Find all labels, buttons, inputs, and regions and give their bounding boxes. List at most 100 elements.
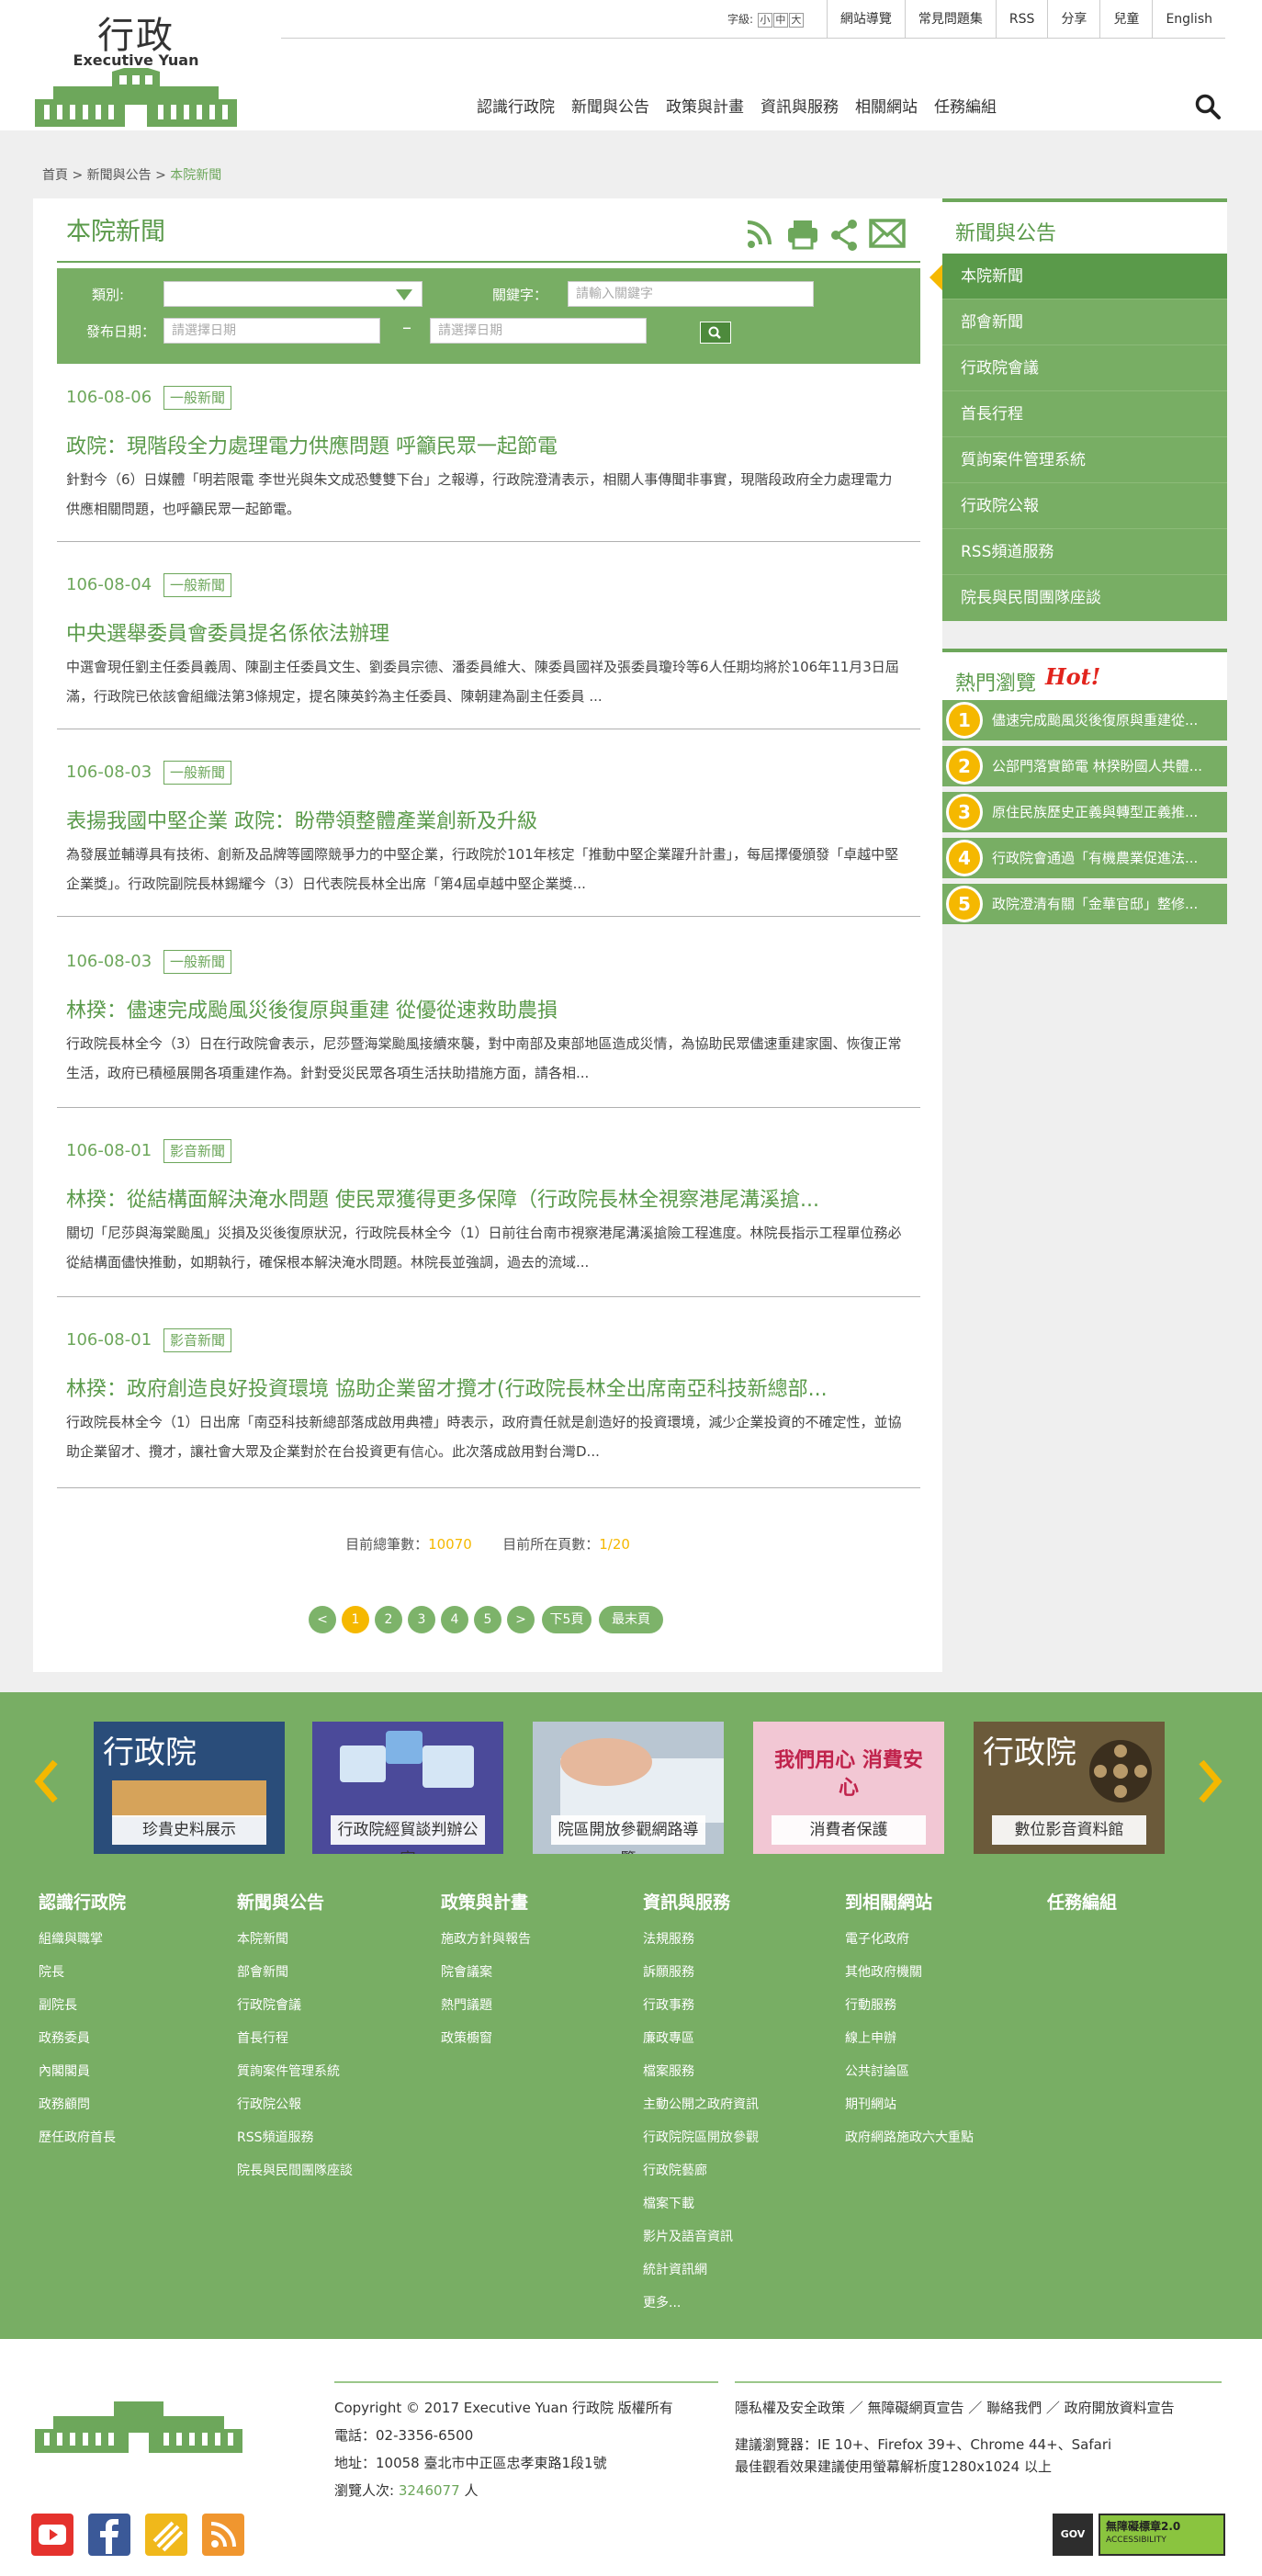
footer-link[interactable]: 政務顧問: [39, 2088, 126, 2121]
footer-link[interactable]: 熱門議題: [441, 1989, 531, 2022]
nav-related[interactable]: 相關網站: [855, 94, 918, 117]
footer-more-link[interactable]: 更多...: [643, 2287, 759, 2320]
footer-link[interactable]: 訴願服務: [643, 1956, 759, 1989]
font-size-medium-button[interactable]: 中: [772, 13, 788, 28]
footer-link[interactable]: 政府網路施政六大重點: [845, 2121, 974, 2154]
sidebar-item-ministry-news[interactable]: 部會新聞: [942, 299, 1227, 345]
banner-consumer[interactable]: 我們用心 消費安心 消費者保護: [753, 1722, 944, 1854]
font-size-large-button[interactable]: 大: [788, 13, 804, 28]
end-date-input[interactable]: 請選擇日期: [430, 318, 647, 344]
footer-link[interactable]: 行政院藝廊: [643, 2154, 759, 2187]
page-button[interactable]: 1: [342, 1606, 369, 1633]
next-page-button[interactable]: >: [507, 1606, 535, 1633]
news-title-link[interactable]: 表揚我國中堅企業 政院：盼帶領整體產業創新及升級: [66, 805, 893, 834]
sidebar-item-gazette[interactable]: 行政院公報: [942, 483, 1227, 529]
footer-link[interactable]: 政策櫥窗: [441, 2022, 531, 2055]
footer-col-title[interactable]: 新聞與公告: [237, 1889, 353, 1914]
policy-links[interactable]: 隱私權及安全政策 ／ 無障礙網頁宣告 ／ 聯絡我們 ／ 政府開放資料宣告: [735, 2394, 1222, 2422]
share-icon[interactable]: [831, 220, 857, 251]
footer-link[interactable]: 部會新聞: [237, 1956, 353, 1989]
last-page-button[interactable]: 最末頁: [599, 1606, 663, 1633]
news-title-link[interactable]: 政院：現階段全力處理電力供應問題 呼籲民眾一起節電: [66, 430, 893, 459]
page-button[interactable]: 2: [375, 1606, 402, 1633]
top-link-rss[interactable]: RSS: [995, 0, 1048, 39]
hot-item[interactable]: 4 行政院會通過「有機農業促進法...: [942, 838, 1227, 878]
search-icon[interactable]: [1194, 93, 1222, 120]
breadcrumb-section[interactable]: 新聞與公告: [87, 168, 152, 183]
nav-policy[interactable]: 政策與計畫: [666, 94, 744, 117]
news-title-link[interactable]: 林揆：政府創造良好投資環境 協助企業留才攬才(行政院長林全出席南亞科技新總部..…: [66, 1373, 893, 1402]
prev-page-button[interactable]: <: [309, 1606, 336, 1633]
footer-link[interactable]: 政務委員: [39, 2022, 126, 2055]
carousel-prev-icon[interactable]: [33, 1758, 61, 1804]
sidebar-item-meetings[interactable]: 行政院會議: [942, 345, 1227, 391]
footer-link[interactable]: 檔案下載: [643, 2187, 759, 2220]
page-button[interactable]: 3: [408, 1606, 435, 1633]
footer-link[interactable]: 其他政府機關: [845, 1956, 974, 1989]
footer-link[interactable]: 公共討論區: [845, 2055, 974, 2088]
youtube-icon[interactable]: [31, 2514, 73, 2556]
footer-link[interactable]: 質詢案件管理系統: [237, 2055, 353, 2088]
footer-link[interactable]: 影片及語音資訊: [643, 2220, 759, 2254]
footer-link[interactable]: 線上申辦: [845, 2022, 974, 2055]
top-link-sitemap[interactable]: 網站導覽: [826, 0, 905, 39]
footer-link[interactable]: 主動公開之政府資訊: [643, 2088, 759, 2121]
hot-item[interactable]: 2 公部門落實節電 林揆盼國人共體...: [942, 746, 1227, 786]
footer-link[interactable]: 統計資訊網: [643, 2254, 759, 2287]
sidebar-item-schedule[interactable]: 首長行程: [942, 391, 1227, 437]
footer-link[interactable]: 行動服務: [845, 1989, 974, 2022]
footer-link[interactable]: 行政院院區開放參觀: [643, 2121, 759, 2154]
nav-services[interactable]: 資訊與服務: [761, 94, 839, 117]
sidebar-item-inquiry[interactable]: 質詢案件管理系統: [942, 437, 1227, 483]
banner-media[interactable]: 行政院 數位影音資料館: [974, 1722, 1165, 1854]
site-logo[interactable]: 行政院 Executive Yuan: [35, 6, 237, 127]
footer-link[interactable]: 廉政專區: [643, 2022, 759, 2055]
news-title-link[interactable]: 林揆：儘速完成颱風災後復原與重建 從優從速救助農損: [66, 994, 893, 1023]
podcast-icon[interactable]: [145, 2514, 187, 2556]
news-title-link[interactable]: 林揆：從結構面解決淹水問題 使民眾獲得更多保障（行政院長林全視察港尾溝溪搶...: [66, 1183, 893, 1213]
breadcrumb-home[interactable]: 首頁: [42, 168, 68, 183]
mail-icon[interactable]: [869, 219, 906, 248]
nav-news[interactable]: 新聞與公告: [571, 94, 649, 117]
rss-icon[interactable]: [747, 220, 772, 248]
footer-link[interactable]: RSS頻道服務: [237, 2121, 353, 2154]
footer-col-title[interactable]: 到相關網站: [845, 1889, 974, 1914]
sidebar-item-forum[interactable]: 院長與民間團隊座談: [942, 575, 1227, 621]
facebook-icon[interactable]: [88, 2514, 130, 2556]
gov-badge[interactable]: GOV: [1053, 2514, 1093, 2556]
footer-link[interactable]: 法規服務: [643, 1923, 759, 1956]
nav-taskforce[interactable]: 任務編組: [934, 94, 997, 117]
sidebar-item-rss[interactable]: RSS頻道服務: [942, 529, 1227, 575]
footer-link[interactable]: 院長: [39, 1956, 126, 1989]
keyword-input[interactable]: 請輸入關鍵字: [568, 281, 814, 307]
font-size-small-button[interactable]: 小: [757, 13, 772, 28]
footer-link[interactable]: 期刊網站: [845, 2088, 974, 2121]
footer-col-title[interactable]: 政策與計畫: [441, 1889, 531, 1914]
footer-col-title[interactable]: 認識行政院: [39, 1889, 126, 1914]
sidebar-item-ey-news[interactable]: 本院新聞: [942, 254, 1227, 299]
top-link-kids[interactable]: 兒童: [1099, 0, 1152, 39]
footer-link[interactable]: 院會議案: [441, 1956, 531, 1989]
nav-about[interactable]: 認識行政院: [477, 94, 555, 117]
rss-feed-icon[interactable]: [202, 2514, 244, 2556]
banner-tour[interactable]: 院區開放參觀網路導覽: [533, 1722, 724, 1854]
footer-link[interactable]: 施政方針與報告: [441, 1923, 531, 1956]
news-title-link[interactable]: 中央選舉委員會委員提名係依法辦理: [66, 617, 893, 647]
top-link-english[interactable]: English: [1152, 0, 1225, 39]
category-select[interactable]: [163, 281, 423, 307]
footer-link[interactable]: 行政院會議: [237, 1989, 353, 2022]
footer-link[interactable]: 組織與職掌: [39, 1923, 126, 1956]
footer-link[interactable]: 院長與民間團隊座談: [237, 2154, 353, 2187]
footer-link[interactable]: 本院新聞: [237, 1923, 353, 1956]
footer-col-title[interactable]: 任務編組: [1047, 1889, 1117, 1914]
hot-item[interactable]: 1 儘速完成颱風災後復原與重建從...: [942, 700, 1227, 740]
top-link-faq[interactable]: 常見問題集: [904, 0, 996, 39]
footer-link[interactable]: 副院長: [39, 1989, 126, 2022]
page-button[interactable]: 5: [474, 1606, 501, 1633]
footer-link[interactable]: 電子化政府: [845, 1923, 974, 1956]
page-button[interactable]: 4: [441, 1606, 468, 1633]
search-button[interactable]: [700, 322, 731, 344]
hot-item[interactable]: 5 政院澄清有關「金華官邸」整修...: [942, 884, 1227, 924]
footer-link[interactable]: 檔案服務: [643, 2055, 759, 2088]
footer-link[interactable]: 行政事務: [643, 1989, 759, 2022]
